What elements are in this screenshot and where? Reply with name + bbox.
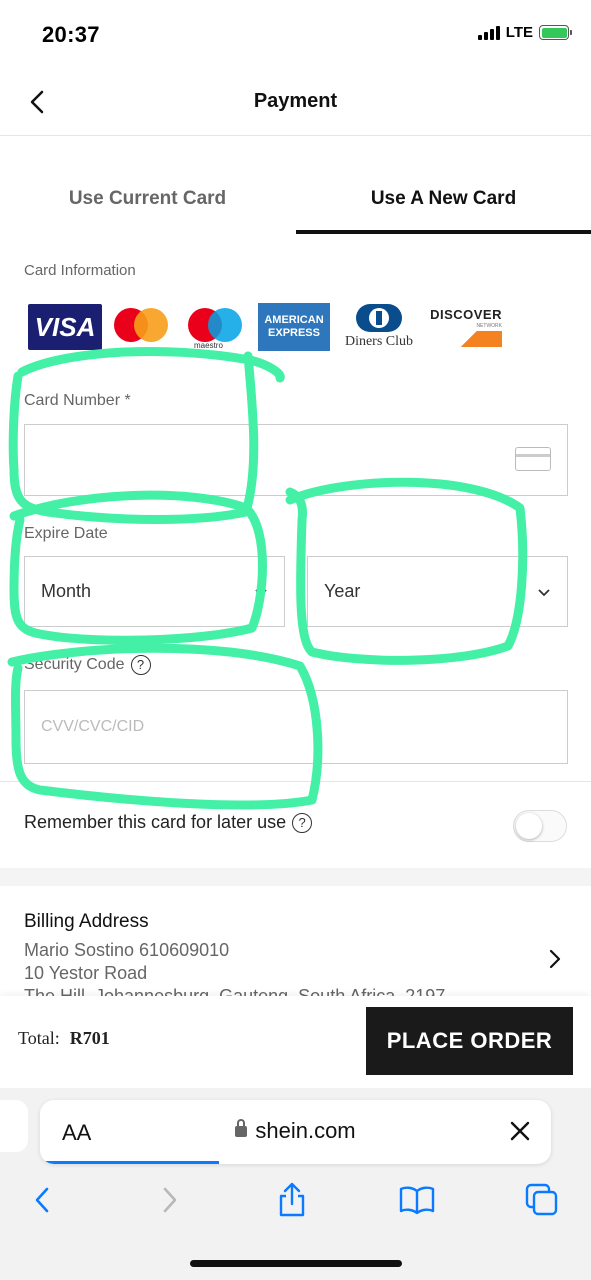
section-separator bbox=[0, 868, 591, 886]
status-bar: 20:37 LTE bbox=[0, 0, 591, 70]
year-select[interactable]: Year bbox=[307, 556, 568, 627]
card-icon bbox=[515, 447, 551, 471]
card-number-label: Card Number * bbox=[24, 392, 131, 409]
page-header: Payment bbox=[0, 70, 591, 136]
order-bar: Total: R701 PLACE ORDER bbox=[0, 996, 591, 1088]
browser-chrome: AA shein.com bbox=[0, 1088, 591, 1280]
chevron-right-icon[interactable] bbox=[547, 948, 563, 970]
maestro-logo: maestro bbox=[186, 303, 246, 351]
visa-logo: VISA bbox=[28, 304, 102, 350]
month-select[interactable]: Month bbox=[24, 556, 285, 627]
tab-use-new-card[interactable]: Use A New Card bbox=[296, 170, 591, 234]
card-number-input[interactable] bbox=[24, 424, 568, 496]
security-code-label: Security Code? bbox=[24, 655, 151, 675]
help-icon[interactable]: ? bbox=[130, 655, 151, 675]
security-code-input[interactable]: CVV/CVC/CID bbox=[24, 690, 568, 764]
billing-line: 10 Yestor Road bbox=[24, 963, 148, 983]
billing-address-title: Billing Address bbox=[24, 911, 149, 932]
place-order-button[interactable]: PLACE ORDER bbox=[366, 1007, 573, 1075]
discover-logo: DISCOVER NETWORK bbox=[428, 303, 502, 351]
close-icon[interactable] bbox=[507, 1118, 533, 1144]
battery-icon bbox=[539, 25, 572, 40]
billing-line: Mario Sostino 610609010 bbox=[24, 940, 230, 960]
toggle-knob bbox=[516, 813, 542, 839]
diners-club-logo: Diners Club bbox=[342, 303, 416, 351]
remember-card-label: Remember this card for later use? bbox=[24, 812, 313, 834]
remember-card-toggle[interactable] bbox=[513, 810, 567, 842]
card-logos: VISA maestro AMERICAN EXPRESS Diners Clu… bbox=[28, 303, 514, 351]
url-text: shein.com bbox=[40, 1118, 551, 1144]
previous-tab[interactable] bbox=[0, 1100, 28, 1152]
chevron-down-icon bbox=[255, 589, 267, 597]
status-indicators: LTE bbox=[477, 24, 572, 41]
bookmarks-icon[interactable] bbox=[397, 1180, 437, 1220]
url-bar[interactable]: AA shein.com bbox=[40, 1100, 551, 1164]
signal-icon bbox=[477, 25, 500, 40]
total-value: R701 bbox=[69, 1028, 110, 1048]
chevron-down-icon bbox=[538, 589, 550, 597]
divider bbox=[0, 781, 591, 782]
tabs-icon[interactable] bbox=[522, 1180, 562, 1220]
page-title: Payment bbox=[253, 90, 338, 112]
status-time: 20:37 bbox=[42, 22, 100, 47]
back-icon[interactable] bbox=[22, 1180, 62, 1220]
tab-use-current-card[interactable]: Use Current Card bbox=[0, 170, 295, 234]
lock-icon bbox=[235, 1119, 248, 1137]
network-type: LTE bbox=[505, 24, 533, 41]
card-information-label: Card Information bbox=[24, 262, 136, 279]
help-icon[interactable]: ? bbox=[292, 813, 313, 834]
forward-icon[interactable] bbox=[150, 1180, 190, 1220]
total-label: Total: R701 bbox=[18, 1028, 110, 1048]
share-icon[interactable] bbox=[272, 1180, 312, 1220]
page-load-progress bbox=[40, 1161, 219, 1164]
card-tabs: Use Current Card Use A New Card bbox=[0, 170, 591, 234]
expire-date-label: Expire Date bbox=[24, 525, 108, 542]
home-indicator bbox=[190, 1260, 402, 1267]
amex-logo: AMERICAN EXPRESS bbox=[258, 303, 330, 351]
mastercard-logo bbox=[114, 303, 174, 351]
